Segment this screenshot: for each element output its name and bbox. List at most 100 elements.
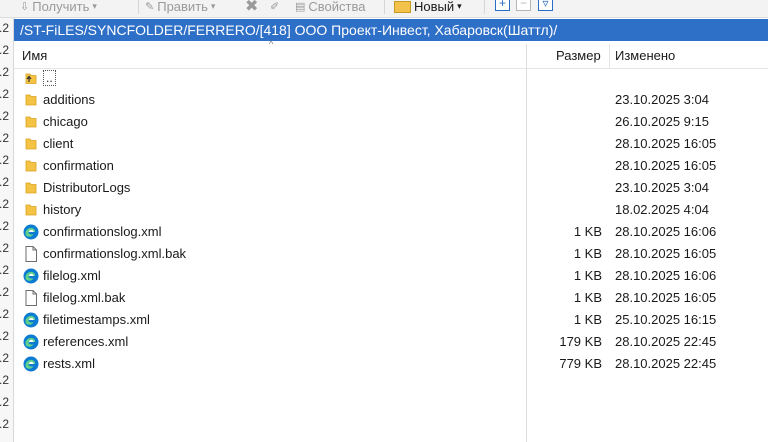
file-row[interactable]: client 28.10.2025 16:05 — [14, 133, 768, 155]
toolbar-separator — [384, 0, 385, 14]
file-name: additions — [43, 92, 96, 107]
file-row[interactable]: DistributorLogs 23.10.2025 3:04 — [14, 177, 768, 199]
column-divider[interactable] — [609, 44, 610, 68]
file-icon — [22, 289, 40, 307]
file-size: 1 KB — [573, 246, 602, 261]
edge-icon — [22, 223, 40, 241]
file-row[interactable]: confirmationslog.xml 1 KB 28.10.2025 16:06 — [14, 221, 768, 243]
file-row[interactable]: confirmation 28.10.2025 16:05 — [14, 155, 768, 177]
filter-button[interactable]: ▿ — [538, 0, 553, 11]
column-name-header[interactable]: Имя — [22, 48, 47, 63]
left-panel-fragment — [0, 417, 9, 431]
chevron-down-icon: ▾ — [92, 0, 97, 11]
file-size: 179 KB — [559, 334, 602, 349]
file-name: history — [43, 202, 82, 217]
file-row[interactable]: references.xml 179 KB 28.10.2025 22:45 — [14, 331, 768, 353]
file-name: .. — [43, 70, 56, 86]
collapse-button[interactable]: − — [516, 0, 531, 11]
file-size: 1 KB — [573, 312, 602, 327]
plus-icon: + — [498, 0, 506, 10]
delete-button[interactable]: ✖ — [245, 0, 258, 15]
file-modified: 28.10.2025 16:06 — [615, 268, 717, 283]
folder-icon — [22, 201, 40, 219]
left-panel-fragment — [0, 373, 9, 387]
chevron-down-icon: ▾ — [210, 0, 216, 11]
file-modified: 28.10.2025 16:05 — [615, 136, 717, 151]
file-name: DistributorLogs — [43, 180, 131, 195]
file-modified: 25.10.2025 16:15 — [615, 312, 717, 327]
left-panel-fragment — [0, 43, 9, 57]
left-panel-fragment — [0, 219, 9, 233]
chevron-down-icon: ▾ — [457, 0, 462, 11]
new-button-label: Новый — [414, 0, 455, 14]
edit-button[interactable]: ✎ Править ▾ — [145, 0, 215, 15]
file-icon — [22, 245, 40, 263]
file-modified: 28.10.2025 16:06 — [615, 224, 717, 239]
toolbar: ⇩ Получить ▾ ✎ Править ▾ ✖ ✐ ▤ Свойства … — [0, 0, 768, 18]
up-folder-icon — [22, 69, 40, 87]
file-name: rests.xml — [43, 356, 95, 371]
edge-icon — [22, 333, 40, 351]
file-name: confirmation — [43, 158, 114, 173]
expand-button[interactable]: + — [495, 0, 510, 11]
sort-ascending-icon: ^ — [269, 39, 274, 49]
file-name: filelog.xml — [43, 268, 101, 283]
rename-icon: ✐ — [270, 0, 280, 13]
folder-icon — [22, 91, 40, 109]
left-panel-fragment — [0, 395, 9, 409]
file-row[interactable]: additions 23.10.2025 3:04 — [14, 89, 768, 111]
left-panel-fragment — [0, 175, 9, 189]
file-modified: 28.10.2025 16:05 — [615, 158, 717, 173]
left-panel-fragment — [0, 153, 9, 167]
file-name: filelog.xml.bak — [43, 290, 126, 305]
left-panel-fragment — [0, 197, 9, 211]
rename-button[interactable]: ✐ — [270, 0, 279, 15]
file-modified: 28.10.2025 22:45 — [615, 356, 717, 371]
file-row[interactable]: rests.xml 779 KB 28.10.2025 22:45 — [14, 353, 768, 375]
left-panel-fragment — [0, 307, 9, 321]
file-size: 1 KB — [573, 224, 602, 239]
file-row[interactable]: chicago 26.10.2025 9:15 — [14, 111, 768, 133]
file-name: confirmationslog.xml.bak — [43, 246, 187, 261]
file-name: references.xml — [43, 334, 129, 349]
parent-directory-row[interactable]: .. — [14, 67, 768, 89]
file-size: 1 KB — [573, 268, 602, 283]
left-panel-fragment — [0, 285, 9, 299]
file-name: filetimestamps.xml — [43, 312, 150, 327]
new-button[interactable]: Новый ▾ — [394, 0, 462, 15]
column-modified-header[interactable]: Изменено — [615, 48, 675, 63]
left-panel-fragment — [0, 263, 9, 277]
left-panel-fragment — [0, 109, 9, 123]
left-panel-strip — [0, 18, 14, 442]
file-name: chicago — [43, 114, 88, 129]
folder-icon — [22, 113, 40, 131]
left-panel-fragment — [0, 241, 9, 255]
left-panel-fragment — [0, 329, 9, 343]
file-row[interactable]: filelog.xml.bak 1 KB 28.10.2025 16:05 — [14, 287, 768, 309]
folder-icon — [22, 135, 40, 153]
edge-icon — [22, 355, 40, 373]
file-row[interactable]: history 18.02.2025 4:04 — [14, 199, 768, 221]
properties-button-label: Свойства — [308, 0, 366, 14]
new-folder-icon — [394, 1, 411, 13]
file-modified: 28.10.2025 22:45 — [615, 334, 717, 349]
file-row[interactable]: filetimestamps.xml 1 KB 25.10.2025 16:15 — [14, 309, 768, 331]
left-panel-fragment — [0, 21, 9, 35]
folder-icon — [22, 179, 40, 197]
file-size: 779 KB — [559, 356, 602, 371]
filter-icon: ▿ — [542, 0, 549, 10]
file-modified: 26.10.2025 9:15 — [615, 114, 709, 129]
properties-icon: ▤ — [295, 0, 306, 13]
file-row[interactable]: confirmationslog.xml.bak 1 KB 28.10.2025 1… — [14, 243, 768, 265]
get-button[interactable]: ⇩ Получить ▾ — [20, 0, 97, 15]
file-row[interactable]: filelog.xml 1 KB 28.10.2025 16:06 — [14, 265, 768, 287]
properties-button[interactable]: ▤ Свойства — [295, 0, 366, 15]
get-button-label: Получить — [32, 0, 90, 14]
download-icon: ⇩ — [20, 0, 30, 13]
toolbar-separator — [138, 0, 139, 14]
edit-button-label: Править — [157, 0, 208, 14]
column-size-header[interactable]: Размер — [556, 48, 601, 63]
path-bar[interactable]: /ST-FiLES/SYNCFOLDER/FERRERO/[418] ООО П… — [14, 19, 768, 41]
left-panel-fragment — [0, 351, 9, 365]
edit-icon: ✎ — [145, 0, 155, 13]
